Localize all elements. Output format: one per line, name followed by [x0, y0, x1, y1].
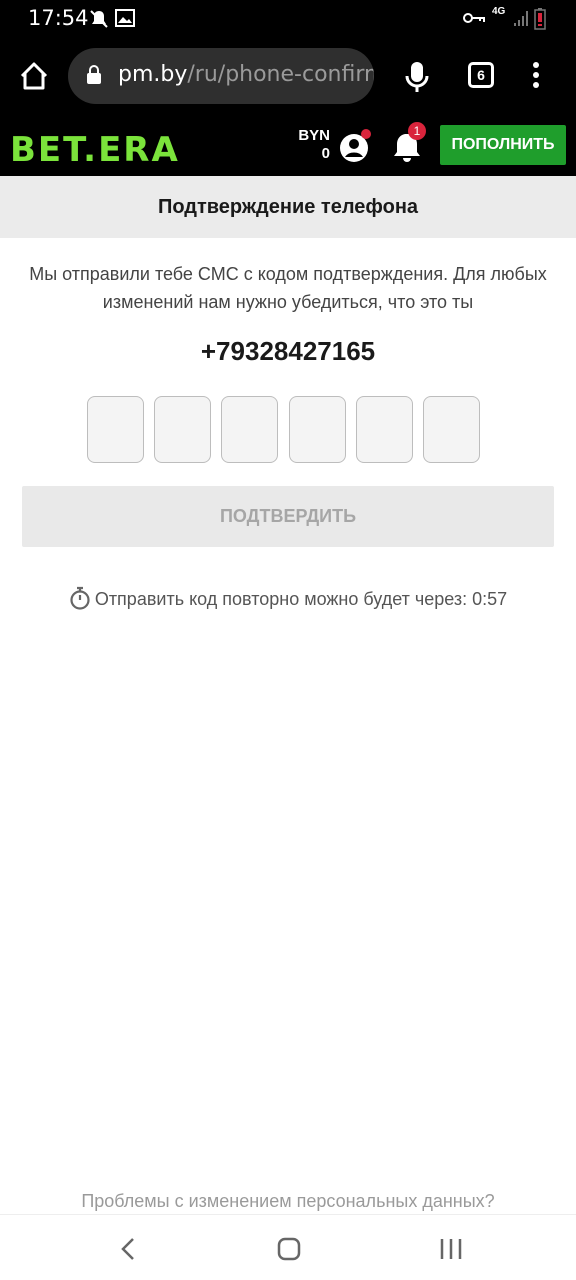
resend-text: Отправить код повторно можно будет через…	[94, 589, 508, 609]
stopwatch-icon	[69, 586, 91, 615]
personal-data-problems-link[interactable]: Проблемы с изменением персональных данны…	[0, 1191, 576, 1212]
image-icon	[115, 8, 135, 33]
tab-switcher-button[interactable]: 6	[468, 62, 494, 88]
muted-notification-icon	[88, 8, 110, 35]
code-digit-input-1[interactable]	[87, 396, 144, 463]
code-digit-input-2[interactable]	[154, 396, 211, 463]
network-type-icon: 4G	[492, 6, 506, 17]
status-bar: 17:54 4G	[0, 0, 576, 36]
lock-icon	[86, 65, 102, 90]
home-icon[interactable]	[274, 1235, 304, 1263]
betera-logo[interactable]: BET.ERA	[10, 130, 180, 170]
user-profile-icon[interactable]	[338, 128, 374, 164]
more-menu-icon[interactable]	[526, 60, 546, 94]
address-bar[interactable]: pm.by/ru/phone-confirm	[68, 48, 374, 104]
back-icon[interactable]	[116, 1235, 140, 1263]
site-header: BET.ERA BYN 0 1 ПОПОЛНИТЬ	[0, 118, 576, 176]
sms-code-input-group	[87, 396, 487, 463]
recent-apps-icon[interactable]	[436, 1235, 466, 1263]
battery-low-icon	[534, 8, 546, 35]
system-navigation-bar	[0, 1214, 576, 1280]
balance-display[interactable]: BYN 0	[296, 127, 330, 163]
code-digit-input-6[interactable]	[423, 396, 480, 463]
browser-home-icon[interactable]	[14, 56, 54, 96]
confirm-button[interactable]: ПОДТВЕРДИТЬ	[22, 486, 554, 547]
page-title: Подтверждение телефона	[0, 176, 576, 238]
code-digit-input-4[interactable]	[289, 396, 346, 463]
resend-timer: Отправить код повторно можно будет через…	[0, 586, 576, 615]
phone-number: +79328427165	[200, 336, 376, 366]
confirmation-description: Мы отправили тебе СМС с кодом подтвержде…	[29, 264, 547, 312]
deposit-button[interactable]: ПОПОЛНИТЬ	[440, 125, 566, 165]
currency-label: BYN	[298, 127, 330, 144]
code-digit-input-5[interactable]	[356, 396, 413, 463]
microphone-icon[interactable]	[402, 58, 432, 98]
browser-toolbar: pm.by/ru/phone-confirm 6	[0, 36, 576, 118]
signal-icon	[512, 8, 530, 33]
status-time: 17:54	[28, 6, 89, 30]
vpn-key-icon	[462, 8, 486, 33]
code-digit-input-3[interactable]	[221, 396, 278, 463]
balance-amount: 0	[321, 145, 330, 162]
url-text: pm.by/ru/phone-confirm	[118, 62, 374, 87]
notification-badge: 1	[408, 122, 426, 140]
